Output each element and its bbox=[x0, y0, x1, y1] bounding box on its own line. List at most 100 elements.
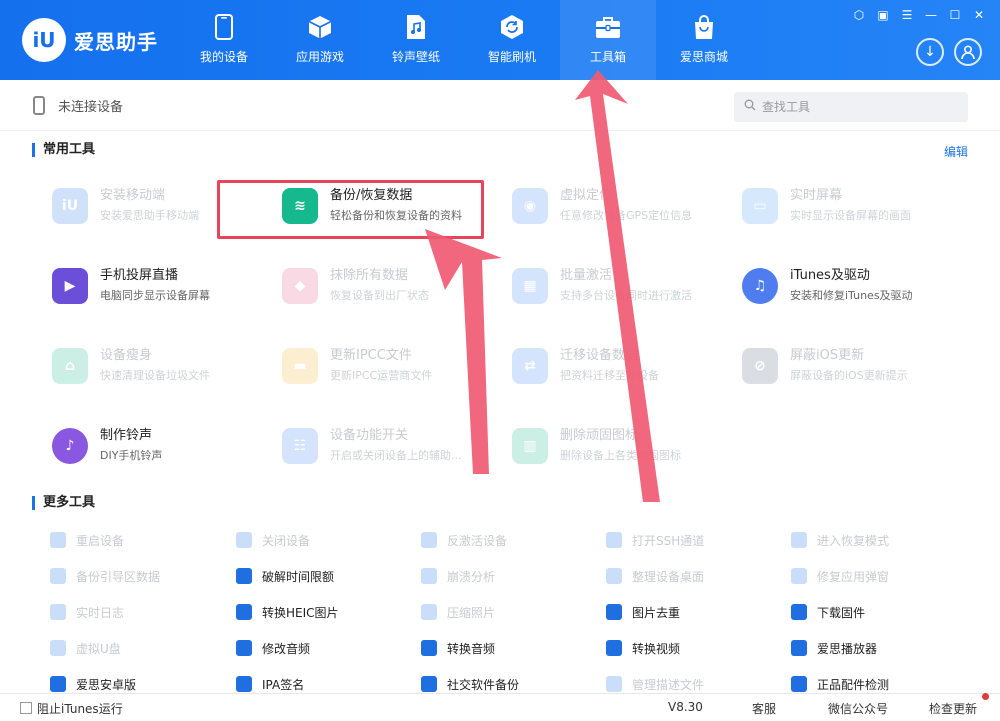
tool-text: 屏蔽iOS更新 屏蔽设备的iOS更新提示 bbox=[790, 347, 908, 385]
check-update-link[interactable]: 检查更新 bbox=[929, 700, 977, 717]
more-tool-clock[interactable]: 破解时间限额 bbox=[236, 565, 334, 587]
firmware-icon bbox=[791, 604, 807, 620]
block-itunes-checkbox[interactable] bbox=[20, 702, 32, 714]
service-link[interactable]: 客服 bbox=[752, 700, 776, 717]
recovery-icon bbox=[791, 532, 807, 548]
more-tool-name: 崩溃分析 bbox=[447, 569, 496, 584]
fix-popup-icon bbox=[791, 568, 807, 584]
more-tool-ipa[interactable]: IPA签名 bbox=[236, 673, 304, 695]
tool-trash: ▥ 删除顽固图标 删除设备上各类顽固图标 bbox=[512, 416, 742, 476]
maximize-icon[interactable]: ☐ bbox=[948, 8, 962, 22]
more-tool-name: 修复应用弹窗 bbox=[817, 569, 890, 584]
more-tool-log: 实时日志 bbox=[50, 601, 124, 623]
more-tool-name: 下载固件 bbox=[817, 605, 866, 620]
logo-icon: iU bbox=[22, 18, 66, 62]
tool-itunes-music[interactable]: ♫ iTunes及驱动 安装和修复iTunes及驱动 bbox=[742, 256, 972, 316]
tool-name: 迁移设备数据 bbox=[560, 348, 639, 363]
tool-cast-play[interactable]: ▶ 手机投屏直播 电脑同步显示设备屏幕 bbox=[52, 256, 282, 316]
search-box[interactable] bbox=[734, 92, 968, 122]
audio-edit-icon bbox=[236, 640, 252, 656]
grid-icon bbox=[606, 568, 622, 584]
ssh-icon bbox=[606, 532, 622, 548]
refresh-box-icon bbox=[499, 14, 525, 40]
more-tool-player[interactable]: 爱思播放器 bbox=[791, 637, 877, 659]
more-tool-video-convert[interactable]: 转换视频 bbox=[606, 637, 680, 659]
tool-text: 更新IPCC文件 更新IPCC运营商文件 bbox=[330, 347, 432, 385]
accessory-icon bbox=[791, 676, 807, 692]
nav-apps-games[interactable]: 应用游戏 bbox=[272, 0, 368, 80]
close-icon[interactable]: ✕ bbox=[972, 8, 986, 22]
more-tool-name: 转换HEIC图片 bbox=[262, 605, 339, 620]
tool-ringtone[interactable]: ♪ 制作铃声 DIY手机铃声 bbox=[52, 416, 282, 476]
nav-smart-flash[interactable]: 智能刷机 bbox=[464, 0, 560, 80]
more-tool-audio-convert[interactable]: 转换音频 bbox=[421, 637, 495, 659]
more-tool-social-backup[interactable]: 社交软件备份 bbox=[421, 673, 519, 695]
app-logo: iU 爱思助手 bbox=[22, 18, 158, 62]
search-input[interactable] bbox=[762, 100, 952, 114]
ringtone-icon: ♪ bbox=[52, 428, 88, 464]
more-tool-profile: 管理描述文件 bbox=[606, 673, 704, 695]
tool-text: 迁移设备数据把资料迁移至新设备 bbox=[560, 347, 659, 385]
tool-eraser: ◆ 抹除所有数据 恢复设备到出厂状态 bbox=[282, 256, 512, 316]
device-status-text: 未连接设备 bbox=[58, 100, 124, 115]
tool-desc: 删除设备上各类顽固图标 bbox=[560, 449, 681, 462]
more-tool-audio-edit[interactable]: 修改音频 bbox=[236, 637, 310, 659]
tool-name: 设备功能开关 bbox=[330, 428, 409, 443]
wechat-link[interactable]: 微信公众号 bbox=[828, 700, 888, 717]
batch-activate-icon: ▦ bbox=[512, 268, 548, 304]
log-icon bbox=[50, 604, 66, 620]
transfer-icon: ⇄ bbox=[512, 348, 548, 384]
download-icon[interactable]: ↓ bbox=[916, 38, 944, 66]
more-tool-android-iu[interactable]: 爱思安卓版 bbox=[50, 673, 136, 695]
more-tool-chart[interactable]: 图片去重 bbox=[606, 601, 680, 623]
phone-icon bbox=[211, 14, 237, 40]
nav-toolbox[interactable]: 工具箱 bbox=[560, 0, 656, 80]
user-icon[interactable] bbox=[954, 38, 982, 66]
tool-name: 实时屏幕 bbox=[790, 188, 843, 203]
clock-icon bbox=[236, 568, 252, 584]
tool-desc: 把资料迁移至新设备 bbox=[560, 369, 659, 382]
tool-text: 删除顽固图标删除设备上各类顽固图标 bbox=[560, 427, 681, 465]
more-tool-name: 正品配件检测 bbox=[817, 677, 890, 692]
menu-icon[interactable]: ☰ bbox=[900, 8, 914, 22]
more-tool-accessory[interactable]: 正品配件检测 bbox=[791, 673, 889, 695]
tool-name: 设备瘦身 bbox=[100, 348, 153, 363]
nav-my-device[interactable]: 我的设备 bbox=[176, 0, 272, 80]
tool-name: 删除顽固图标 bbox=[560, 428, 639, 443]
app-name: 爱思助手 bbox=[74, 29, 158, 54]
more-tool-firmware[interactable]: 下载固件 bbox=[791, 601, 865, 623]
device-phone-icon bbox=[33, 96, 45, 115]
edit-link[interactable]: 编辑 bbox=[944, 143, 968, 160]
more-tool-restart: 重启设备 bbox=[50, 529, 124, 551]
crash-icon bbox=[421, 568, 437, 584]
block-itunes-label[interactable]: 阻止iTunes运行 bbox=[37, 700, 123, 717]
tool-desc: 恢复设备到出厂状态 bbox=[330, 289, 429, 302]
tool-desc: 开启或关闭设备上的辅助... bbox=[330, 449, 462, 462]
feedback-icon[interactable]: ▣ bbox=[876, 8, 890, 22]
more-tool-heic[interactable]: 转换HEIC图片 bbox=[236, 601, 339, 623]
more-tool-fix-popup: 修复应用弹窗 bbox=[791, 565, 889, 587]
tool-block-update: ⊘ 屏蔽iOS更新 屏蔽设备的iOS更新提示 bbox=[742, 336, 972, 396]
tool-desc: 安装和修复iTunes及驱动 bbox=[790, 289, 913, 302]
minimize-icon[interactable]: — bbox=[924, 8, 938, 22]
nav-ringtone-wallpaper[interactable]: 铃声壁纸 bbox=[368, 0, 464, 80]
tool-desc: 实时显示设备屏幕的画面 bbox=[790, 209, 911, 222]
more-tool-name: 管理描述文件 bbox=[632, 677, 705, 692]
more-tool-name: 破解时间限额 bbox=[262, 569, 335, 584]
tool-broom: ⌂ 设备瘦身 快速清理设备垃圾文件 bbox=[52, 336, 282, 396]
chart-icon bbox=[606, 604, 622, 620]
location-pin-icon: ◉ bbox=[512, 188, 548, 224]
itunes-music-icon: ♫ bbox=[742, 268, 778, 304]
version-label: V8.30 bbox=[668, 700, 703, 714]
search-icon bbox=[744, 99, 756, 115]
skin-icon[interactable]: ⬡ bbox=[852, 8, 866, 22]
screen-icon: ▭ bbox=[742, 188, 778, 224]
tool-name: 虚拟定位 bbox=[560, 188, 613, 203]
nav-store[interactable]: 爱思商城 bbox=[656, 0, 752, 80]
tool-transfer: ⇄ 迁移设备数据把资料迁移至新设备 bbox=[512, 336, 742, 396]
profile-icon bbox=[606, 676, 622, 692]
restart-icon bbox=[50, 532, 66, 548]
ipa-icon bbox=[236, 676, 252, 692]
tool-name: 安装移动端 bbox=[100, 188, 166, 203]
more-tool-name: 图片去重 bbox=[632, 605, 681, 620]
